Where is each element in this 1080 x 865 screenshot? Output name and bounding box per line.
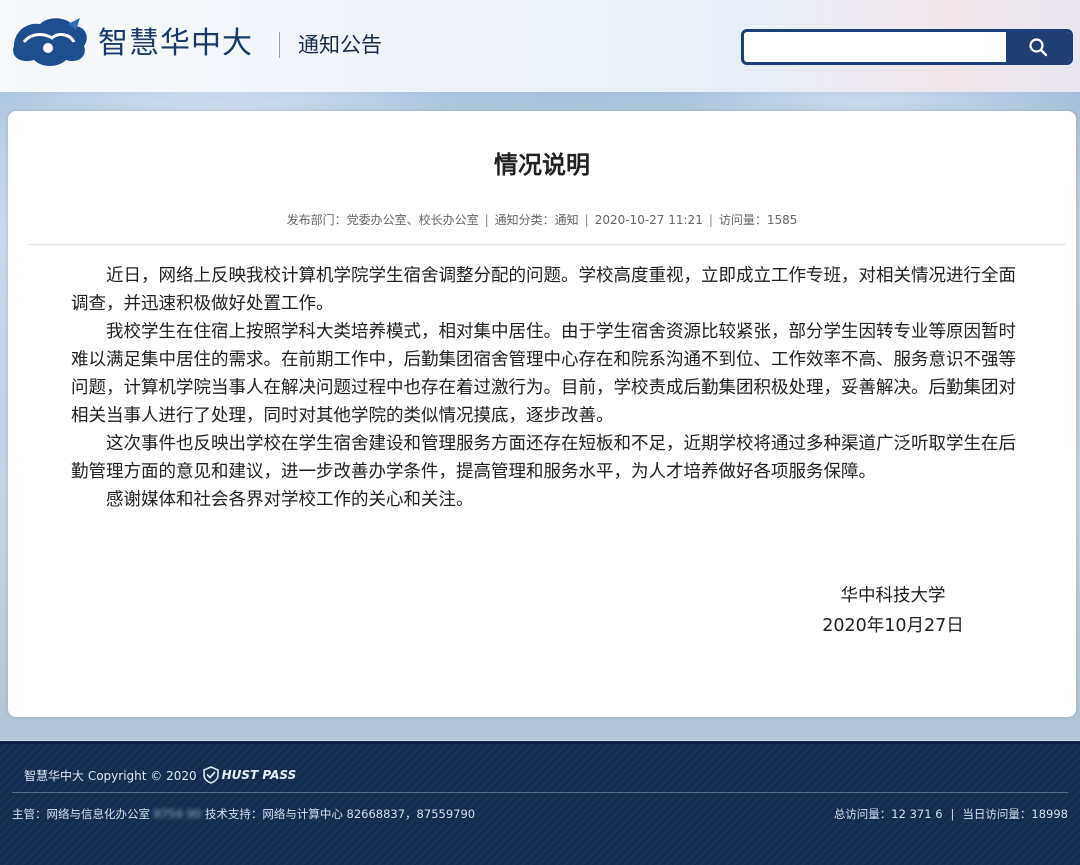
- host-label: 主管：网络与信息化办公室: [12, 807, 150, 821]
- site-name[interactable]: 智慧华中大: [98, 24, 253, 64]
- section-title: 通知公告: [298, 33, 382, 57]
- site-footer: 智慧华中大 Copyright © 2020 HUST PASS 主管：网络与信…: [0, 741, 1080, 865]
- search-button[interactable]: [1006, 32, 1070, 62]
- stats-separator: |: [950, 807, 955, 821]
- host-phone: 8754 90: [153, 807, 202, 821]
- paragraph: 这次事件也反映出学校在学生宿舍建设和管理服务方面还存在短板和不足，近期学校将通过…: [71, 434, 1016, 482]
- meta-separator: |: [584, 213, 589, 227]
- meta-separator: |: [484, 213, 489, 227]
- footer-divider: [12, 792, 1068, 793]
- meta-category: 通知分类：通知: [494, 213, 579, 227]
- signature-org: 华中科技大学: [840, 586, 946, 606]
- signature: 华中科技大学 2020年10月27日: [788, 581, 998, 641]
- header-divider: [279, 32, 280, 58]
- hust-pass-logo[interactable]: HUST PASS: [202, 766, 297, 784]
- footer-contact: 主管：网络与信息化办公室 8754 90 技术支持：网络与计算中心 826688…: [12, 805, 475, 823]
- meta-divider: [28, 244, 1066, 245]
- meta-department: 发布部门：党委办公室、校长办公室: [286, 213, 479, 227]
- today-visits: 当日访问量：18998: [962, 807, 1068, 821]
- support-info: 技术支持：网络与计算中心 82668837，87559790: [204, 807, 476, 821]
- search-icon: [1029, 38, 1048, 57]
- article-card: 情况说明 发布部门：党委办公室、校长办公室 | 通知分类：通知 | 2020-10-27…: [8, 111, 1076, 717]
- article-title: 情况说明: [494, 151, 590, 179]
- meta-datetime: 2020-10-27 11:21: [594, 213, 703, 227]
- copyright-row: 智慧华中大 Copyright © 2020 HUST PASS: [24, 765, 296, 785]
- footer-stats: 总访问量：12 371 6 | 当日访问量：18998: [834, 805, 1068, 823]
- meta-separator: |: [708, 213, 713, 227]
- site-logo[interactable]: [8, 12, 90, 68]
- search-input[interactable]: [744, 32, 1006, 62]
- search-box: [741, 29, 1073, 65]
- article-body: 近日，网络上反映我校计算机学院学生宿舍调整分配的问题。学校高度重视，立即成立工作…: [71, 262, 1031, 514]
- hust-pass-label: HUST PASS: [221, 768, 297, 782]
- total-visits: 总访问量：12 371 6: [833, 807, 943, 821]
- meta-views: 访问量：1585: [718, 213, 798, 227]
- paragraph: 我校学生在住宿上按照学科大类培养模式，相对集中居住。由于学生宿舍资源比较紧张，部…: [71, 322, 1016, 426]
- site-header: 智慧华中大 通知公告: [0, 0, 1080, 92]
- footer-top-line: [0, 741, 1080, 744]
- copyright-text: 智慧华中大 Copyright © 2020: [24, 768, 197, 783]
- paragraph: 近日，网络上反映我校计算机学院学生宿舍调整分配的问题。学校高度重视，立即成立工作…: [71, 266, 1016, 314]
- signature-date: 2020年10月27日: [822, 616, 964, 636]
- paragraph: 感谢媒体和社会各界对学校工作的关心和关注。: [106, 490, 474, 510]
- shield-check-icon: [202, 766, 219, 784]
- article-meta: 发布部门：党委办公室、校长办公室 | 通知分类：通知 | 2020-10-27 11:2…: [8, 211, 1076, 229]
